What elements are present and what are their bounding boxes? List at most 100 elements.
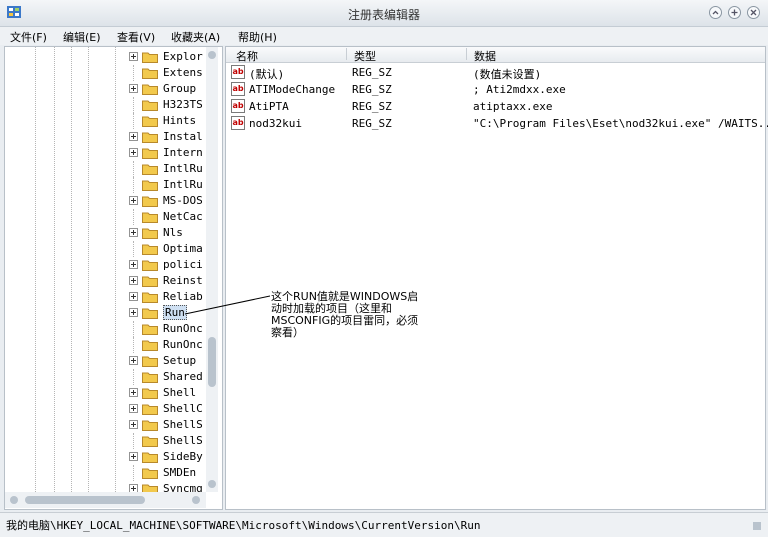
tree-item[interactable]: ShellScrap: [5, 417, 205, 433]
column-separator[interactable]: [346, 48, 347, 60]
expand-toggle-icon[interactable]: [129, 308, 138, 317]
tree-item[interactable]: Reinstall: [5, 273, 205, 289]
menu-edit[interactable]: 编辑(E): [63, 29, 101, 45]
column-header-type[interactable]: 类型: [354, 48, 376, 64]
expand-toggle-icon[interactable]: [129, 84, 138, 93]
value-data: (数值未设置): [473, 68, 542, 81]
tree-item[interactable]: IntlRun: [5, 161, 205, 177]
tree-item[interactable]: Hints: [5, 113, 205, 129]
menu-bar: 文件(F) 编辑(E) 查看(V) 收藏夹(A) 帮助(H): [0, 27, 768, 45]
tree-vertical-scrollbar[interactable]: [206, 47, 218, 492]
tree-item[interactable]: H323TSP: [5, 97, 205, 113]
expand-toggle-icon[interactable]: [129, 228, 138, 237]
tree-item[interactable]: ShellCompatibility: [5, 401, 205, 417]
tree-guide-line: [133, 337, 134, 353]
annotation-text: 这个RUN值就是WINDOWS启动时加载的项目（这里和MSCONFIG的项目雷同…: [271, 290, 419, 339]
folder-icon: [142, 100, 158, 111]
column-separator[interactable]: [466, 48, 467, 60]
value-row[interactable]: ab (默认) REG_SZ (数值未设置): [226, 64, 765, 81]
tree-item[interactable]: SideBySide: [5, 449, 205, 465]
tree-item[interactable]: Internet Settings: [5, 145, 205, 161]
registry-tree-pane[interactable]: Explorer Extensions Group Policy H323TSP Hin…: [4, 46, 223, 510]
tree-item[interactable]: Shell Extensions: [5, 385, 205, 401]
menu-favorites[interactable]: 收藏夹(A): [171, 29, 220, 45]
resize-grip-icon[interactable]: [752, 521, 762, 531]
scroll-up-button[interactable]: [208, 51, 216, 59]
value-data: "C:\Program Files\Eset\nod32kui.exe" /WA…: [473, 117, 768, 130]
maximize-button[interactable]: [728, 6, 741, 19]
tree-horizontal-scroll-thumb[interactable]: [25, 496, 145, 504]
folder-icon: [142, 436, 158, 447]
tree-item[interactable]: NetCache: [5, 209, 205, 225]
tree-item[interactable]: policies: [5, 257, 205, 273]
scroll-down-button[interactable]: [208, 480, 216, 488]
tree-item-label: ShellScrap: [163, 418, 203, 431]
scroll-right-button[interactable]: [192, 496, 200, 504]
tree-item[interactable]: Installer: [5, 129, 205, 145]
tree-guide-line: [133, 113, 134, 129]
value-type: REG_SZ: [352, 117, 392, 130]
expand-toggle-icon[interactable]: [129, 196, 138, 205]
expand-toggle-icon[interactable]: [129, 356, 138, 365]
expand-toggle-icon[interactable]: [129, 52, 138, 61]
menu-view[interactable]: 查看(V): [117, 29, 155, 45]
registry-values-pane[interactable]: 名称 类型 数据 ab (默认) REG_SZ (数值未设置) ab ATIModeCha…: [225, 46, 768, 510]
tree-item[interactable]: SMDEn: [5, 465, 205, 481]
expand-toggle-icon[interactable]: [129, 404, 138, 413]
tree-item[interactable]: Reliability: [5, 289, 205, 305]
expand-toggle-icon[interactable]: [129, 276, 138, 285]
value-row[interactable]: ab ATIModeChange REG_SZ ; Ati2mdxx.exe: [226, 81, 765, 98]
tree-item[interactable]: ShellServiceObjectDelayLoad: [5, 433, 205, 449]
tree-item-label: RunOnceEx: [163, 338, 203, 351]
tree-horizontal-scrollbar[interactable]: [5, 492, 206, 508]
tree-item-label: Shell Extensions: [163, 386, 203, 399]
folder-icon: [142, 452, 158, 463]
tree-guide-line: [133, 321, 134, 337]
tree-item[interactable]: IntlRun.OC: [5, 177, 205, 193]
folder-icon: [142, 228, 158, 239]
folder-icon: [142, 260, 158, 271]
tree-item[interactable]: Group Policy: [5, 81, 205, 97]
tree-item-label: NetCache: [163, 210, 203, 223]
tree-item[interactable]: Run: [5, 305, 205, 321]
tree-guide-line: [133, 369, 134, 385]
tree-item[interactable]: Explorer: [5, 49, 205, 65]
column-header-data[interactable]: 数据: [474, 48, 496, 64]
tree-item[interactable]: OptimalLayout: [5, 241, 205, 257]
minimize-icon: [712, 10, 719, 15]
tree-item[interactable]: RunOnceEx: [5, 337, 205, 353]
scroll-left-button[interactable]: [10, 496, 18, 504]
value-row[interactable]: ab nod32kui REG_SZ "C:\Program Files\Eset\n…: [226, 115, 768, 132]
close-button[interactable]: [747, 6, 760, 19]
minimize-button[interactable]: [709, 6, 722, 19]
tree-item[interactable]: SharedDLLs: [5, 369, 205, 385]
title-bar: 注册表编辑器: [0, 0, 768, 27]
expand-toggle-icon[interactable]: [129, 148, 138, 157]
tree-item[interactable]: MS-DOS Emulation: [5, 193, 205, 209]
tree-guide-line: [133, 241, 134, 257]
tree-item-label: Setup: [163, 354, 197, 367]
folder-icon: [142, 212, 158, 223]
menu-help[interactable]: 帮助(H): [238, 29, 277, 45]
value-row[interactable]: ab AtiPTA REG_SZ atiptaxx.exe: [226, 98, 765, 115]
column-header-name[interactable]: 名称: [236, 48, 258, 64]
expand-toggle-icon[interactable]: [129, 132, 138, 141]
expand-toggle-icon[interactable]: [129, 452, 138, 461]
value-data: ; Ati2mdxx.exe: [473, 83, 566, 96]
expand-toggle-icon[interactable]: [129, 292, 138, 301]
expand-toggle-icon[interactable]: [129, 388, 138, 397]
folder-icon: [142, 68, 158, 79]
tree-item[interactable]: RunOnce: [5, 321, 205, 337]
expand-toggle-icon[interactable]: [129, 260, 138, 269]
menu-file[interactable]: 文件(F): [10, 29, 47, 45]
close-icon: [750, 9, 757, 16]
tree-vertical-scroll-thumb[interactable]: [208, 337, 216, 387]
tree-item-label: IntlRun: [163, 162, 203, 175]
tree-item[interactable]: Extensions: [5, 65, 205, 81]
tree-item[interactable]: Nls: [5, 225, 205, 241]
folder-icon: [142, 340, 158, 351]
tree-guide-line: [133, 97, 134, 113]
expand-toggle-icon[interactable]: [129, 420, 138, 429]
tree-item[interactable]: Setup: [5, 353, 205, 369]
string-value-icon: ab: [231, 65, 245, 79]
